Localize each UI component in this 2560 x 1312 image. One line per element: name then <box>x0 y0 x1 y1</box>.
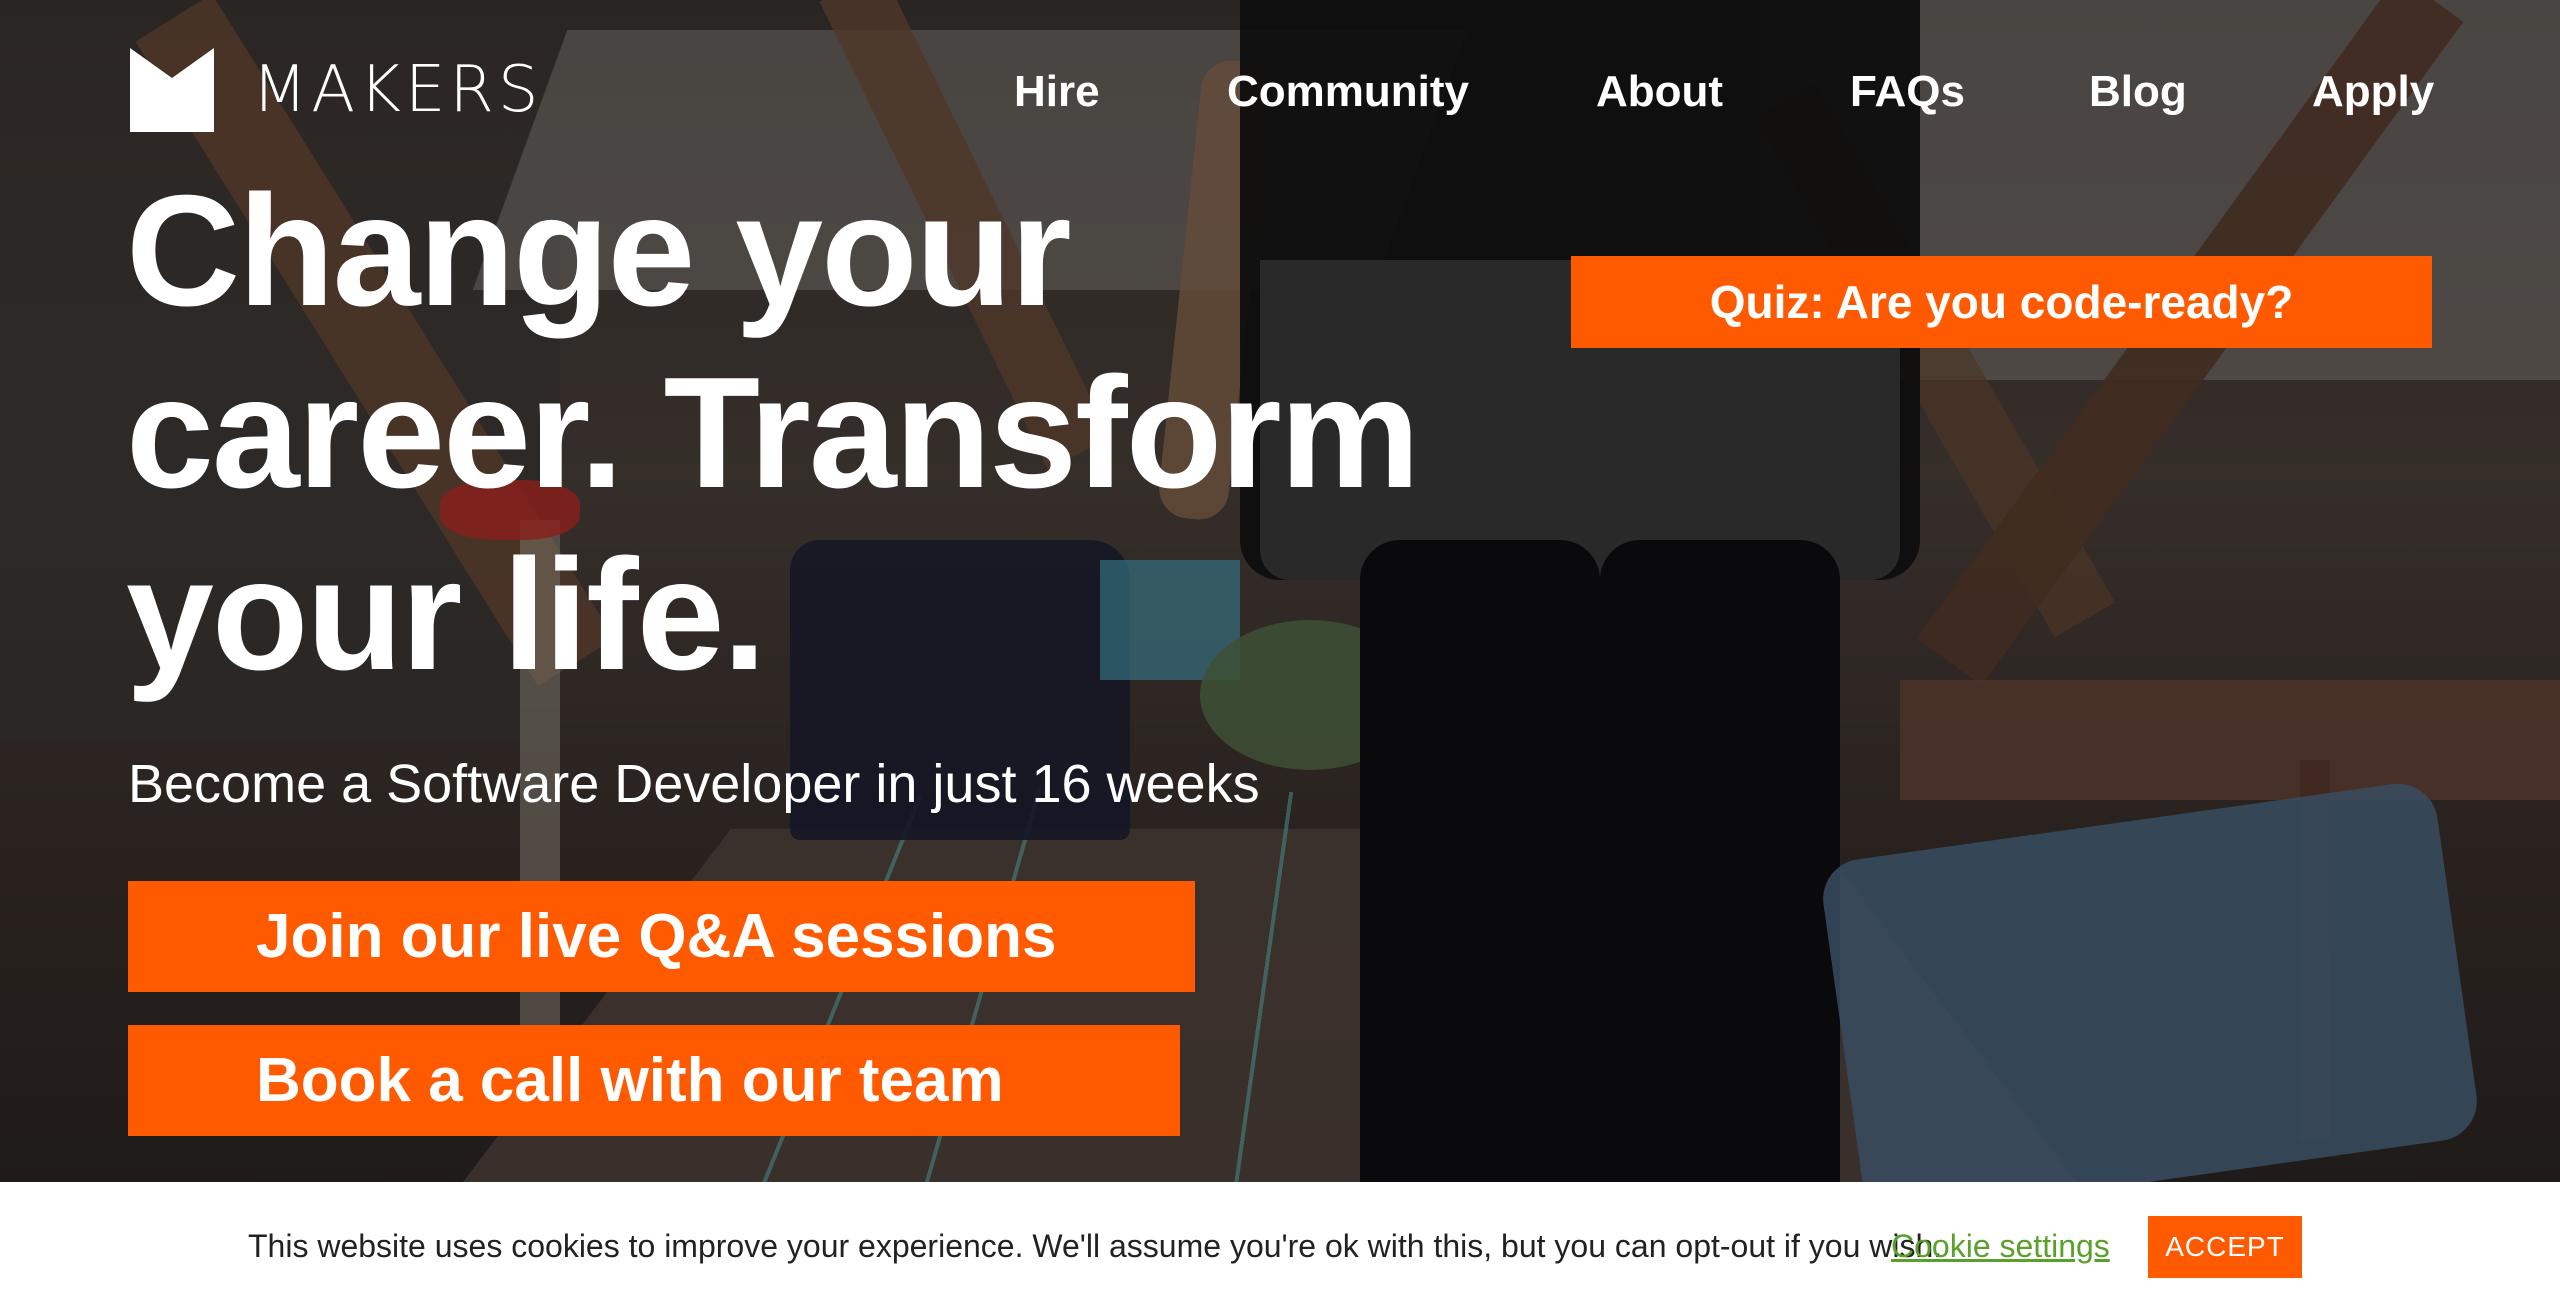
nav-item-faqs[interactable]: FAQs <box>1850 64 1965 120</box>
quiz-code-ready-button[interactable]: Quiz: Are you code-ready? <box>1571 256 2432 348</box>
headline-line-1: Change your <box>126 163 1072 339</box>
nav-item-apply[interactable]: Apply <box>2312 64 2434 120</box>
headline-line-2: career. Transform <box>126 345 1420 521</box>
main-nav: Hire Community About FAQs Blog Apply <box>0 64 2560 124</box>
cookie-message: This website uses cookies to improve you… <box>248 1228 1943 1264</box>
cookie-consent-bar: This website uses cookies to improve you… <box>0 1182 2560 1312</box>
nav-item-about[interactable]: About <box>1596 64 1723 120</box>
nav-item-hire[interactable]: Hire <box>1014 64 1100 120</box>
nav-item-community[interactable]: Community <box>1227 64 1469 120</box>
hero-headline: Change your career. Transform your life. <box>126 160 1526 706</box>
cookie-settings-link[interactable]: Cookie settings <box>1891 1224 2110 1268</box>
headline-line-3: your life. <box>126 527 766 703</box>
cookie-accept-button[interactable]: ACCEPT <box>2148 1216 2302 1278</box>
join-qa-sessions-button[interactable]: Join our live Q&A sessions <box>128 881 1195 992</box>
book-call-button[interactable]: Book a call with our team <box>128 1025 1180 1136</box>
nav-item-blog[interactable]: Blog <box>2089 64 2187 120</box>
hero-subheadline: Become a Software Developer in just 16 w… <box>128 754 1260 814</box>
